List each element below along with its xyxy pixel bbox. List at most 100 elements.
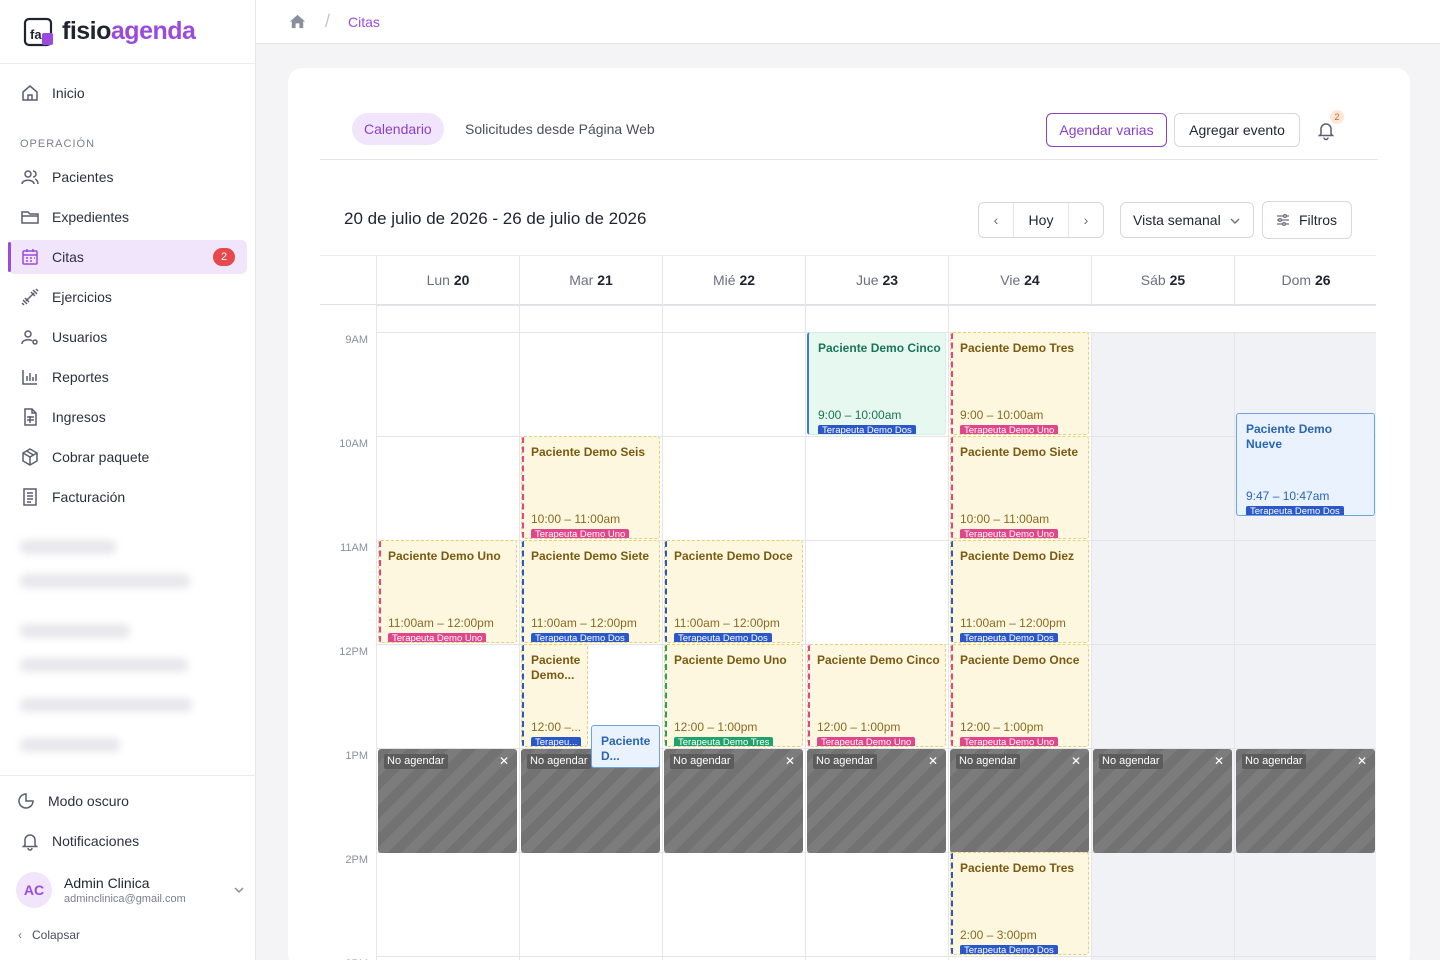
- close-icon[interactable]: ✕: [1071, 754, 1081, 768]
- blocked-slot[interactable]: No agendar ✕: [950, 749, 1089, 853]
- appointment-card[interactable]: Paciente Demo Once 12:00 – 1:00pm Terapeut…: [950, 644, 1089, 747]
- appointment-card[interactable]: Paciente Demo Diez 11:00am – 12:00pm Terap…: [950, 540, 1089, 643]
- blocked-slot[interactable]: No agendar ✕: [1236, 749, 1375, 853]
- day-header-date: 22: [739, 272, 756, 288]
- appointment-patient: Paciente Demo Doce: [674, 549, 793, 563]
- appointment-card[interactable]: Paciente Demo Seis 10:00 – 11:00am Terapeu…: [521, 436, 660, 539]
- therapist-badge: Terapeu...: [531, 737, 582, 746]
- appointment-card[interactable]: Paciente D...: [591, 725, 660, 768]
- users-icon: [21, 170, 39, 185]
- blocked-slot[interactable]: No agendar ✕: [378, 749, 517, 853]
- appointment-card[interactable]: Paciente Demo Uno 12:00 – 1:00pm Terapeuta…: [664, 644, 803, 747]
- sidebar-item-label: Expedientes: [52, 209, 130, 225]
- day-header-25[interactable]: Sáb 25: [1091, 256, 1234, 306]
- sidebar-item-facturacion[interactable]: Facturación: [8, 480, 247, 514]
- blocked-slot[interactable]: No agendar ✕: [807, 749, 946, 853]
- collapse-label: Colapsar: [32, 928, 81, 942]
- moon-icon: [18, 793, 34, 809]
- close-icon[interactable]: ✕: [1357, 754, 1367, 768]
- day-header-24[interactable]: Vie 24: [948, 256, 1091, 306]
- day-header-20[interactable]: Lun 20: [376, 256, 519, 306]
- day-header-22[interactable]: Mié 22: [662, 256, 805, 306]
- next-week-button[interactable]: ›: [1069, 212, 1103, 228]
- logo[interactable]: fa fisioagenda: [0, 0, 255, 64]
- appointment-card[interactable]: Paciente Demo Tres 2:00 – 3:00pm Terapeuta…: [950, 852, 1089, 955]
- close-icon[interactable]: ✕: [1214, 754, 1224, 768]
- spreadsheet-icon: [24, 408, 37, 426]
- appointment-card[interactable]: Paciente Demo Cinco 12:00 – 1:00pm Terapeu…: [807, 644, 946, 747]
- therapist-color-stripe: [665, 645, 667, 746]
- agendar-varias-button[interactable]: Agendar varias: [1046, 113, 1167, 147]
- tab-solicitudes-web[interactable]: Solicitudes desde Página Web: [453, 113, 667, 145]
- therapist-color-stripe: [379, 541, 381, 642]
- sidebar-item-label: Ejercicios: [52, 289, 112, 305]
- collapse-sidebar-button[interactable]: ‹ Colapsar: [18, 928, 80, 942]
- calendar-header: Lun 20 Mar 21 Mié 22 Jue 23 Vie 24 Sáb 25 Dom …: [320, 255, 1376, 306]
- therapist-badge: Terapeuta Demo Dos: [674, 633, 772, 642]
- sidebar-item-citas[interactable]: Citas 2: [8, 240, 247, 274]
- home-icon[interactable]: [288, 12, 307, 31]
- day-header-weekday: Dom: [1281, 272, 1315, 288]
- close-icon[interactable]: ✕: [499, 754, 509, 768]
- filters-button[interactable]: Filtros: [1262, 201, 1352, 239]
- sidebar-item-usuarios[interactable]: Usuarios: [8, 320, 247, 354]
- day-header-weekday: Jue: [855, 272, 883, 288]
- hour-label: 1PM: [345, 750, 368, 762]
- sidebar-item-cobrar-paquete[interactable]: Cobrar paquete: [8, 440, 247, 474]
- breadcrumb-current[interactable]: Citas: [348, 14, 380, 30]
- day-header-26[interactable]: Dom 26: [1234, 256, 1376, 306]
- appointment-patient: Paciente Demo Uno: [388, 549, 501, 563]
- blocked-slot[interactable]: No agendar ✕: [664, 749, 803, 853]
- appointment-card[interactable]: Paciente Demo Doce 11:00am – 12:00pm Terap…: [664, 540, 803, 643]
- therapist-color-stripe: [522, 541, 524, 642]
- sidebar-item-ingresos[interactable]: Ingresos: [8, 400, 247, 434]
- close-icon[interactable]: ✕: [928, 754, 938, 768]
- appointment-time: 9:00 – 10:00am: [960, 408, 1044, 422]
- sidebar-item-pacientes[interactable]: Pacientes: [8, 160, 247, 194]
- appointment-time: 2:00 – 3:00pm: [960, 928, 1037, 942]
- sidebar-item-ejercicios[interactable]: Ejercicios: [8, 280, 247, 314]
- day-header-21[interactable]: Mar 21: [519, 256, 662, 306]
- hour-label: 2PM: [345, 854, 368, 866]
- calendar-icon: [22, 249, 38, 265]
- day-column-25[interactable]: [1091, 332, 1234, 960]
- filter-sliders-icon: [1277, 213, 1289, 227]
- appointment-patient: Paciente Demo Siete: [531, 549, 650, 563]
- therapist-color-stripe: [522, 645, 524, 746]
- appointment-card[interactable]: Paciente Demo Siete 11:00am – 12:00pm Tera…: [521, 540, 660, 643]
- tab-calendario[interactable]: Calendario: [352, 113, 444, 145]
- hour-gridline: [376, 305, 1376, 306]
- day-header-date: 23: [882, 272, 899, 288]
- appointment-card[interactable]: Paciente Demo Cinco 9:00 – 10:00am Terapeu…: [807, 332, 946, 435]
- appointment-card[interactable]: Paciente Demo Uno 11:00am – 12:00pm Terape…: [378, 540, 517, 643]
- day-header-23[interactable]: Jue 23: [805, 256, 948, 306]
- view-select[interactable]: Vista semanal: [1120, 202, 1254, 238]
- invoice-icon: [23, 488, 37, 506]
- close-icon[interactable]: ✕: [785, 754, 795, 768]
- previous-week-button[interactable]: ‹: [979, 212, 1013, 228]
- therapist-color-stripe: [951, 437, 953, 538]
- sidebar-item-inicio[interactable]: Inicio: [8, 76, 247, 110]
- sidebar-item-label: Facturación: [52, 489, 126, 505]
- user-name: Admin Clinica: [64, 875, 150, 891]
- appointment-card[interactable]: Paciente Demo Siete 10:00 – 11:00am Terape…: [950, 436, 1089, 539]
- appointment-card[interactable]: Paciente Demo Tres 9:00 – 10:00am Terapeut…: [950, 332, 1089, 435]
- appointment-patient: Paciente Demo Cinco: [818, 341, 941, 355]
- today-button[interactable]: Hoy: [1013, 203, 1069, 237]
- appointment-card[interactable]: Paciente Demo... 12:00 –... Terapeu...: [521, 644, 588, 747]
- dark-mode-toggle[interactable]: Modo oscuro: [8, 784, 247, 818]
- user-menu[interactable]: AC Admin Clinica adminclinica@gmail.com: [16, 870, 246, 910]
- sidebar-item-notificaciones[interactable]: Notificaciones: [8, 824, 247, 858]
- blurred-menu-item: [20, 738, 120, 752]
- appointment-card[interactable]: Paciente Demo Nueve 9:47 – 10:47am Terapeu…: [1236, 413, 1375, 517]
- therapist-color-stripe: [951, 645, 953, 746]
- home-icon: [22, 85, 38, 101]
- sidebar-item-expedientes[interactable]: Expedientes: [8, 200, 247, 234]
- blurred-section-label: [20, 624, 130, 638]
- day-header-weekday: Mié: [712, 272, 740, 288]
- sidebar-item-reportes[interactable]: Reportes: [8, 360, 247, 394]
- blocked-slot[interactable]: No agendar ✕: [1093, 749, 1232, 853]
- agregar-evento-button[interactable]: Agregar evento: [1174, 113, 1300, 147]
- chevron-down-icon: [234, 887, 244, 894]
- citas-count-badge: 2: [213, 248, 235, 266]
